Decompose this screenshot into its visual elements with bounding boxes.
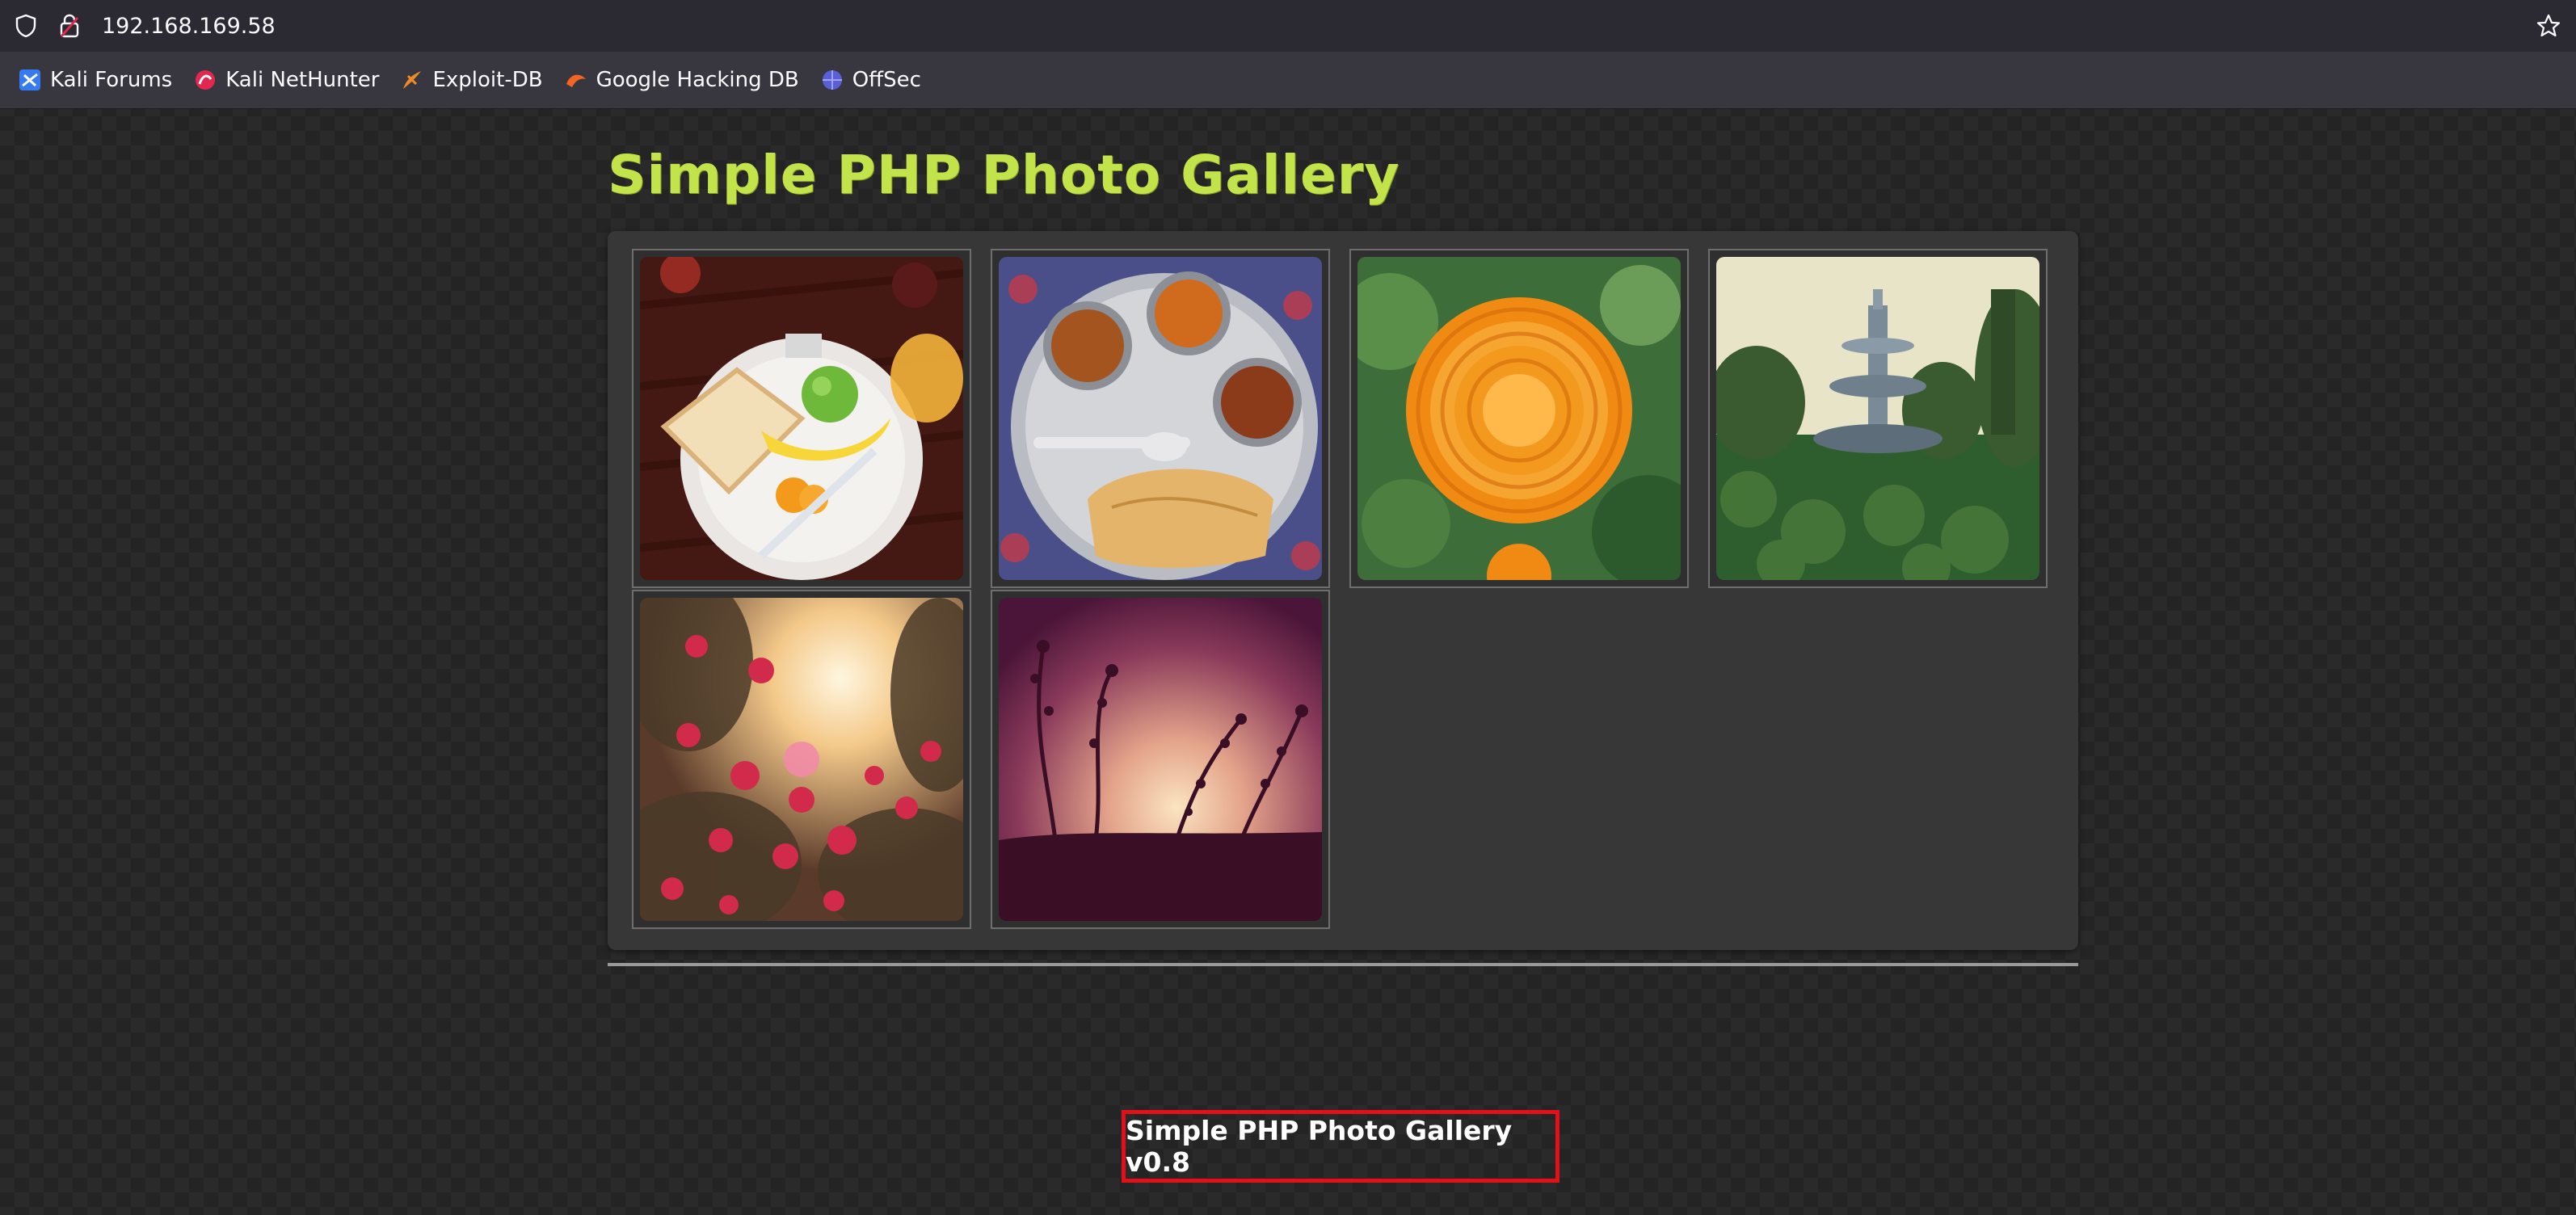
offsec-icon	[820, 68, 844, 92]
bookmark-label: Kali Forums	[50, 68, 173, 92]
footer-version: Simple PHP Photo Gallery v0.8	[1122, 1110, 1559, 1183]
bookmark-offsec[interactable]: OffSec	[820, 68, 921, 92]
url-text[interactable]: 192.168.169.58	[102, 14, 276, 39]
orange-marigold-flower-image	[1357, 257, 1681, 580]
photo-gallery	[608, 231, 2078, 950]
photo-thumbnail-breakfast[interactable]	[632, 249, 971, 588]
indian-thali-image	[999, 257, 1322, 580]
page-title: Simple PHP Photo Gallery	[608, 144, 1400, 206]
garden-fountain-image	[1716, 257, 2039, 580]
tracking-protection-shield-icon[interactable]	[11, 11, 40, 40]
bookmark-star-icon[interactable]	[2534, 11, 2563, 40]
photo-thumbnail-marigold[interactable]	[1349, 249, 1689, 588]
bookmark-google-hacking-db[interactable]: Google Hacking DB	[564, 68, 799, 92]
bookmark-exploit-db[interactable]: Exploit-DB	[400, 68, 543, 92]
bookmark-label: OffSec	[852, 68, 921, 92]
bookmark-label: Kali NetHunter	[225, 68, 380, 92]
insecure-lock-icon[interactable]	[55, 11, 84, 40]
footer-version-text: Simple PHP Photo Gallery v0.8	[1126, 1115, 1513, 1178]
kali-nethunter-icon	[193, 68, 217, 92]
google-hacking-db-icon	[564, 68, 588, 92]
bookmarks-toolbar: Kali Forums Kali NetHunter Exploit-DB Go…	[0, 52, 2576, 109]
kali-forums-icon	[18, 68, 42, 92]
exploit-db-icon	[400, 68, 424, 92]
bookmark-label: Google Hacking DB	[596, 68, 799, 92]
url-bar[interactable]: 192.168.169.58	[0, 0, 2576, 52]
photo-thumbnail-silhouette[interactable]	[991, 590, 1330, 929]
bookmark-kali-forums[interactable]: Kali Forums	[18, 68, 172, 92]
plant-silhouette-sunset-image	[999, 598, 1322, 921]
breakfast-plate-image	[640, 257, 963, 580]
photo-thumbnail-thali[interactable]	[991, 249, 1330, 588]
bookmark-kali-nethunter[interactable]: Kali NetHunter	[193, 68, 379, 92]
bookmark-label: Exploit-DB	[432, 68, 543, 92]
horizontal-divider	[608, 963, 2078, 966]
red-flowers-sunset-image	[640, 598, 963, 921]
photo-thumbnail-red-flowers[interactable]	[632, 590, 971, 929]
photo-thumbnail-fountain[interactable]	[1708, 249, 2048, 588]
